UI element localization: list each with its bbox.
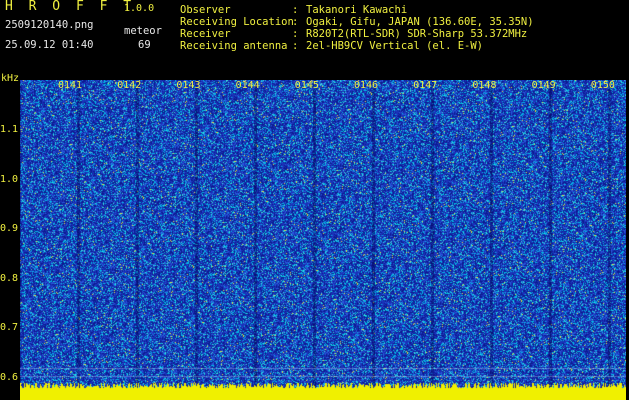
info-label-antenna: Receiving antenna bbox=[180, 40, 288, 52]
time-label: 0142 bbox=[117, 80, 142, 91]
spectrogram-canvas bbox=[20, 80, 626, 400]
time-label: 0146 bbox=[354, 80, 379, 91]
time-label: 0145 bbox=[294, 80, 319, 91]
freq-label: 0.7 bbox=[0, 322, 19, 333]
freq-label: 0.6 bbox=[0, 371, 19, 383]
count-value: 69 bbox=[138, 39, 151, 51]
freq-label: 0.8 bbox=[0, 272, 19, 284]
freq-label: 1.1 bbox=[0, 124, 19, 135]
app-version: 1.0.0 bbox=[124, 3, 155, 14]
date-time: 25.09.12 01:40 bbox=[5, 39, 94, 51]
info-separator: : bbox=[292, 40, 299, 52]
app-title: H R O F F T bbox=[5, 0, 136, 14]
time-label: 0149 bbox=[531, 80, 556, 91]
file-name: 2509120140.png bbox=[5, 19, 94, 31]
time-label: 0148 bbox=[472, 80, 497, 91]
time-label: 0150 bbox=[590, 80, 615, 91]
freq-unit-label: kHz bbox=[1, 73, 20, 84]
time-label: 0141 bbox=[58, 80, 83, 91]
freq-label: 0.9 bbox=[0, 223, 19, 234]
time-label: 0143 bbox=[176, 80, 201, 91]
type-label: meteor bbox=[124, 25, 162, 37]
info-value-antenna: 2el-HB9CV Vertical (el. E-W) bbox=[306, 40, 484, 52]
freq-label: 1.0 bbox=[0, 173, 19, 185]
time-label: 0144 bbox=[235, 80, 260, 91]
time-label: 0147 bbox=[413, 80, 438, 91]
